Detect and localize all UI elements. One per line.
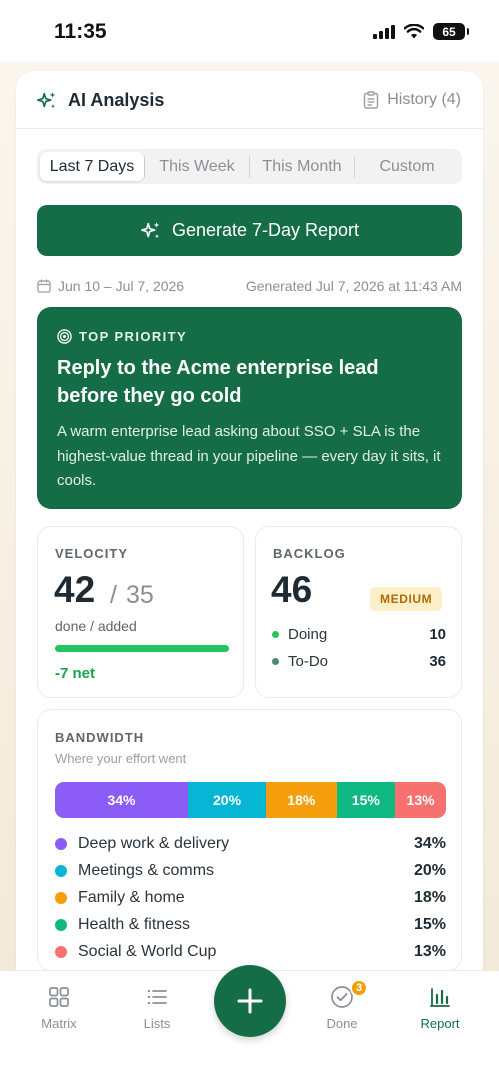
status-bar: 11:35 65 (0, 0, 499, 62)
date-range: Jun 10 – Jul 7, 2026 (37, 278, 184, 294)
velocity-separator: / (110, 581, 117, 609)
clipboard-icon (363, 91, 379, 109)
generated-timestamp: Generated Jul 7, 2026 at 11:43 AM (245, 278, 462, 294)
legend-dot (55, 891, 67, 904)
generate-report-label: Generate 7-Day Report (171, 220, 360, 240)
generate-report-button[interactable]: Generate 7-Day Report (37, 205, 462, 256)
legend-label: Health & fitness (78, 915, 191, 933)
wifi-icon (404, 24, 424, 39)
doing-dot (272, 631, 279, 638)
legend-item: Family & home 18% (55, 884, 446, 911)
list-icon (147, 989, 167, 1005)
velocity-net: -7 net (55, 665, 96, 682)
velocity-progress-bar (55, 645, 229, 652)
legend-item: Deep work & delivery 34% (55, 830, 446, 857)
bottom-tab-bar: Matrix Lists 3 Done Report (0, 965, 499, 1080)
legend-item: Social & World Cup 13% (55, 938, 446, 965)
tab-last-7-days[interactable]: Last 7 Days (40, 152, 144, 181)
backlog-label: BACKLOG (273, 546, 346, 561)
bandwidth-legend: Deep work & delivery 34% Meetings & comm… (55, 830, 446, 965)
report-meta: Jun 10 – Jul 7, 2026 Generated Jul 7, 20… (37, 278, 462, 294)
history-label: History (4) (387, 91, 461, 108)
tab-label: Report (420, 1016, 460, 1031)
bandwidth-stacked-bar: 34% 20% 18% 15% 13% (55, 782, 446, 818)
velocity-progress-fill (55, 645, 229, 652)
tab-matrix[interactable]: Matrix (19, 985, 99, 1031)
velocity-sublabel: done / added (55, 618, 137, 634)
target-icon (57, 329, 72, 344)
bandwidth-segment-family: 18% (266, 782, 337, 818)
done-count-badge: 3 (350, 979, 368, 997)
backlog-total: 46 (271, 569, 313, 610)
plus-icon (237, 988, 263, 1014)
tab-done[interactable]: 3 Done (302, 979, 382, 1031)
tab-label: Lists (143, 1016, 171, 1031)
backlog-row-doing: Doing 10 (272, 626, 446, 643)
date-range-text: Jun 10 – Jul 7, 2026 (58, 278, 185, 294)
legend-percent: 18% (413, 888, 446, 906)
bandwidth-segment-health: 15% (336, 782, 396, 818)
backlog-row-value: 36 (429, 653, 446, 670)
battery-icon: 65 (433, 23, 469, 40)
ai-analysis-card: AI Analysis History (4) Last 7 Days This… (16, 71, 483, 1071)
calendar-icon (37, 279, 51, 293)
range-segmented-control: Last 7 Days This Week This Month Custom (37, 149, 462, 184)
tab-lists[interactable]: Lists (117, 985, 197, 1031)
bandwidth-segment-deep-work: 34% (55, 782, 188, 818)
tab-label: Matrix (41, 1016, 77, 1031)
backlog-row-label: Doing (288, 626, 328, 643)
bar-chart-icon (430, 988, 450, 1007)
history-button[interactable]: History (4) (363, 91, 461, 109)
tab-custom[interactable]: Custom (355, 152, 459, 181)
top-priority-title: Reply to the Acme enterprise lead before… (57, 357, 379, 407)
top-priority-label-text: TOP PRIORITY (79, 329, 188, 344)
bandwidth-label: BANDWIDTH (55, 730, 145, 745)
legend-percent: 34% (413, 834, 446, 852)
bandwidth-card: BANDWIDTH Where your effort went 34% 20%… (37, 709, 462, 971)
top-priority-label: TOP PRIORITY (57, 329, 442, 344)
legend-label: Deep work & delivery (78, 834, 230, 852)
sparkles-icon (140, 221, 160, 238)
tab-label: Done (326, 1016, 358, 1031)
backlog-row-label: To-Do (288, 653, 329, 670)
grid-icon (49, 987, 69, 1007)
velocity-label: VELOCITY (55, 546, 129, 561)
top-priority-card: TOP PRIORITY Reply to the Acme enterpris… (37, 307, 462, 509)
velocity-added: 35 (126, 581, 154, 609)
legend-dot (55, 918, 67, 931)
legend-percent: 20% (413, 861, 446, 879)
legend-label: Meetings & comms (78, 861, 215, 879)
card-header: AI Analysis History (4) (16, 71, 483, 129)
backlog-row-value: 10 (429, 626, 446, 643)
legend-percent: 13% (413, 942, 446, 960)
legend-dot (55, 945, 67, 958)
velocity-done: 42 (54, 569, 96, 610)
sparkles-icon (37, 92, 56, 109)
backlog-card: BACKLOG 46 MEDIUM Doing 10 To-Do 36 (255, 526, 462, 698)
status-icons: 65 (373, 23, 469, 40)
legend-item: Meetings & comms 20% (55, 857, 446, 884)
bandwidth-segment-social: 13% (395, 782, 446, 818)
legend-item: Health & fitness 15% (55, 911, 446, 938)
tab-report[interactable]: Report (400, 985, 480, 1031)
cellular-signal-icon (373, 24, 395, 39)
velocity-card: VELOCITY 42 / 35 done / added -7 net (37, 526, 244, 698)
bandwidth-segment-meetings: 20% (187, 782, 267, 818)
add-task-button[interactable] (214, 965, 286, 1037)
top-priority-body: A warm enterprise lead asking about SSO … (57, 423, 441, 489)
backlog-row-todo: To-Do 36 (272, 653, 446, 670)
tab-this-week[interactable]: This Week (145, 152, 249, 181)
status-badge: MEDIUM (370, 587, 443, 611)
legend-dot (55, 837, 67, 850)
page-title: AI Analysis (68, 90, 165, 110)
tab-this-month[interactable]: This Month (250, 152, 354, 181)
legend-label: Family & home (78, 888, 185, 906)
bandwidth-subtitle: Where your effort went (55, 751, 187, 766)
todo-dot (272, 658, 279, 665)
status-time: 11:35 (54, 20, 107, 43)
legend-label: Social & World Cup (78, 942, 217, 960)
legend-dot (55, 864, 67, 877)
legend-percent: 15% (413, 915, 446, 933)
